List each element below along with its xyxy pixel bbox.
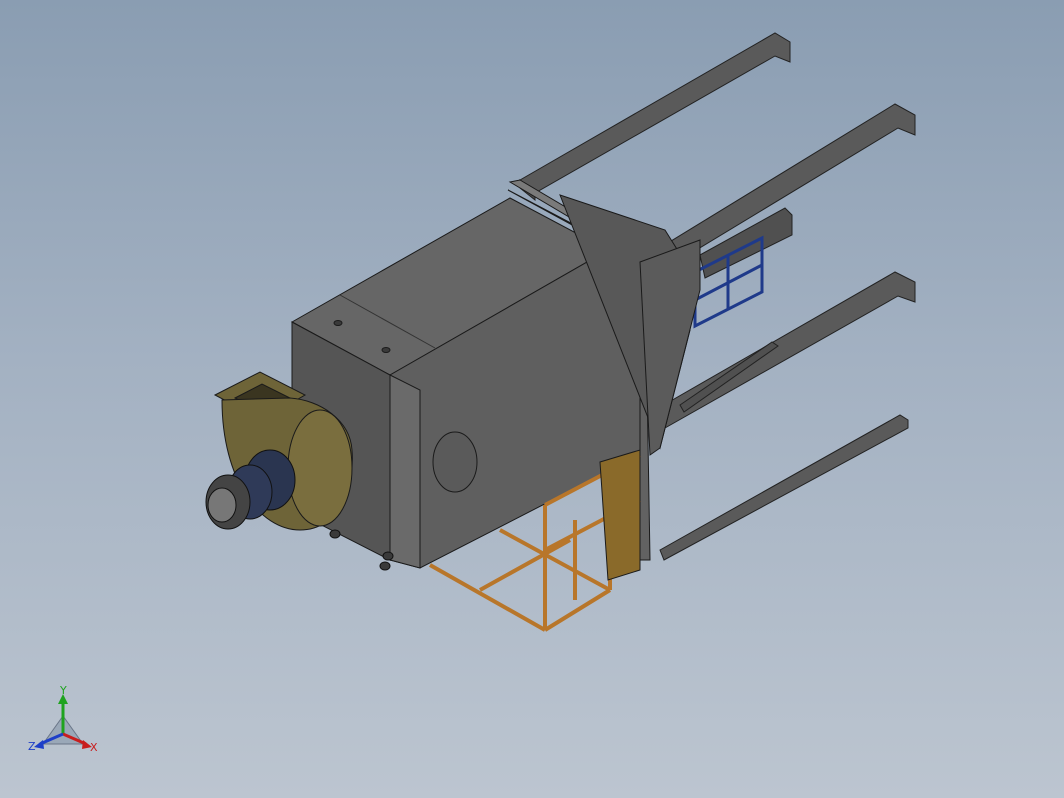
- graphics-viewport[interactable]: Y X Z: [0, 0, 1064, 798]
- top-hole-2: [381, 347, 391, 353]
- frame-panel: [599, 449, 641, 581]
- rail-small: [679, 341, 779, 413]
- caster: [379, 561, 391, 571]
- frame-bar: [479, 538, 571, 592]
- top-hole-1: [333, 320, 343, 326]
- caster: [382, 551, 394, 561]
- housing-side-panel: [389, 374, 421, 569]
- beam-low: [659, 414, 909, 561]
- frame-bar: [499, 528, 611, 592]
- motor-fan-cover: [207, 487, 237, 523]
- reference-triad[interactable]: Y X Z: [20, 686, 110, 766]
- frame-bar: [429, 563, 546, 632]
- beam-top-1: [519, 32, 791, 194]
- frame-bar: [543, 588, 612, 632]
- inspection-port: [432, 431, 478, 493]
- z-axis-label: Z: [28, 740, 36, 753]
- y-axis-label: Y: [59, 686, 67, 697]
- caster: [329, 529, 341, 539]
- cad-model-view[interactable]: [0, 0, 1064, 798]
- fan-inlet: [287, 409, 353, 527]
- x-axis-label: X: [90, 741, 98, 754]
